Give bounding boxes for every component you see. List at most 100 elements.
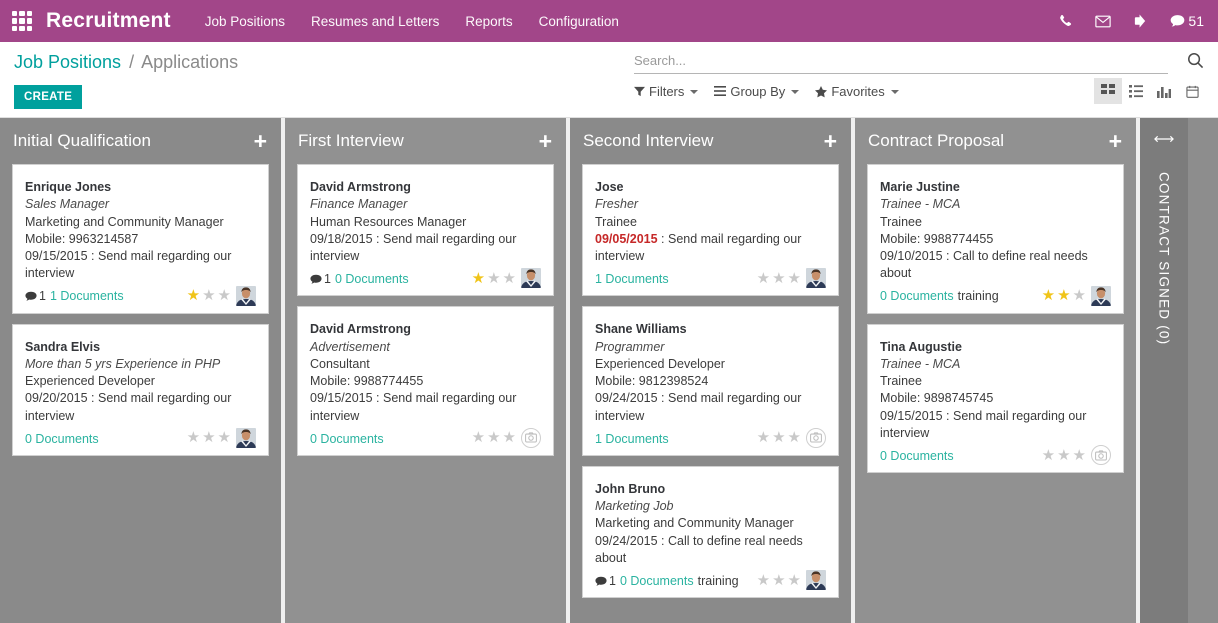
column-header: First Interview+ [285, 118, 566, 164]
kanban-view-icon[interactable] [1094, 78, 1122, 104]
message-count[interactable]: 1 [25, 288, 46, 305]
star-icon[interactable]: ★ [1057, 288, 1070, 303]
calendar-view-icon[interactable] [1178, 78, 1206, 104]
documents-link[interactable]: 1 Documents [595, 431, 669, 448]
filters-dropdown[interactable]: Filters [634, 84, 698, 99]
documents-link[interactable]: 0 Documents [620, 573, 694, 590]
control-bar: Job Positions / Applications CREATE Filt… [0, 42, 1218, 118]
applicant-mobile: Mobile: 9963214587 [25, 231, 256, 248]
star-icon[interactable]: ★ [772, 573, 785, 588]
rating-stars[interactable]: ★★★ [757, 268, 826, 288]
star-icon[interactable]: ★ [788, 271, 801, 286]
star-icon[interactable]: ★ [757, 430, 770, 445]
apps-grid-icon[interactable] [12, 11, 32, 31]
filter-bar: Filters Group By Favorites [634, 84, 899, 99]
documents-link[interactable]: 0 Documents [25, 431, 99, 448]
applicant-card[interactable]: John BrunoMarketing JobMarketing and Com… [582, 466, 839, 598]
nav-item-reports[interactable]: Reports [465, 14, 512, 29]
nav-item-job-positions[interactable]: Job Positions [205, 14, 285, 29]
applicant-name: David Armstrong [310, 179, 541, 196]
favorites-dropdown[interactable]: Favorites [815, 84, 898, 99]
applicant-card[interactable]: David ArmstrongAdvertisementConsultantMo… [297, 306, 554, 456]
avatar-placeholder-icon [806, 428, 826, 448]
column-title: Contract Proposal [868, 131, 1004, 151]
applicant-card[interactable]: Sandra ElvisMore than 5 yrs Experience i… [12, 324, 269, 456]
star-icon[interactable]: ★ [1042, 448, 1055, 463]
applicant-subtitle: Trainee - MCA [880, 356, 1111, 373]
card-footer: 11 Documents★★★ [25, 284, 256, 306]
star-icon[interactable]: ★ [187, 430, 200, 445]
applicant-card[interactable]: Marie JustineTrainee - MCATraineeMobile:… [867, 164, 1124, 314]
star-icon[interactable]: ★ [757, 271, 770, 286]
documents-link[interactable]: 0 Documents [310, 431, 384, 448]
star-icon[interactable]: ★ [218, 288, 231, 303]
star-icon[interactable]: ★ [788, 573, 801, 588]
star-icon[interactable]: ★ [187, 288, 200, 303]
star-icon[interactable]: ★ [472, 430, 485, 445]
graph-view-icon[interactable] [1150, 78, 1178, 104]
plus-icon[interactable]: + [539, 130, 552, 153]
documents-link[interactable]: 1 Documents [595, 271, 669, 288]
star-icon[interactable]: ★ [503, 430, 516, 445]
message-count[interactable]: 1 [310, 271, 331, 288]
plus-icon[interactable]: + [1109, 130, 1122, 153]
folded-column-contract-signed[interactable]: CONTRACT SIGNED (0) [1140, 118, 1188, 623]
star-icon[interactable]: ★ [1042, 288, 1055, 303]
rating-stars[interactable]: ★★★ [1042, 286, 1111, 306]
star-icon[interactable]: ★ [472, 271, 485, 286]
nav-item-configuration[interactable]: Configuration [539, 14, 619, 29]
star-icon[interactable]: ★ [487, 430, 500, 445]
header-actions: 51 [1059, 0, 1204, 42]
rating-stars[interactable]: ★★★ [187, 428, 256, 448]
star-icon[interactable]: ★ [1073, 288, 1086, 303]
breadcrumb-root[interactable]: Job Positions [14, 52, 121, 72]
nav-item-resumes-and-letters[interactable]: Resumes and Letters [311, 14, 439, 29]
star-icon[interactable]: ★ [202, 430, 215, 445]
plus-icon[interactable]: + [824, 130, 837, 153]
envelope-icon[interactable] [1095, 15, 1111, 28]
filters-label: Filters [649, 84, 684, 99]
applicant-card[interactable]: Shane WilliamsProgrammerExperienced Deve… [582, 306, 839, 456]
create-button[interactable]: CREATE [14, 85, 82, 109]
funnel-icon [634, 86, 645, 97]
rating-stars[interactable]: ★★★ [757, 570, 826, 590]
star-icon[interactable]: ★ [1073, 448, 1086, 463]
applicant-card[interactable]: Tina AugustieTrainee - MCATraineeMobile:… [867, 324, 1124, 474]
applicant-position: Marketing and Community Manager [25, 214, 256, 231]
applicant-card[interactable]: JoseFresherTrainee09/05/2015 : Send mail… [582, 164, 839, 296]
documents-link[interactable]: 0 Documents [335, 271, 409, 288]
search-input[interactable] [634, 50, 1168, 74]
documents-link[interactable]: 1 Documents [50, 288, 124, 305]
main-nav: Job Positions Resumes and Letters Report… [205, 14, 619, 29]
rating-stars[interactable]: ★★★ [187, 286, 256, 306]
list-view-icon[interactable] [1122, 78, 1150, 104]
message-count[interactable]: 1 [595, 573, 616, 590]
plus-icon[interactable]: + [254, 130, 267, 153]
sign-in-icon[interactable] [1133, 14, 1148, 28]
chat-bubble-icon[interactable]: 51 [1170, 13, 1204, 29]
documents-link[interactable]: 0 Documents [880, 448, 954, 465]
star-icon[interactable]: ★ [218, 430, 231, 445]
star-icon[interactable]: ★ [788, 430, 801, 445]
applicant-name: John Bruno [595, 481, 826, 498]
applicant-card[interactable]: David ArmstrongFinance ManagerHuman Reso… [297, 164, 554, 296]
applicant-mobile: Mobile: 9812398524 [595, 373, 826, 390]
star-icon[interactable]: ★ [503, 271, 516, 286]
star-icon[interactable]: ★ [1057, 448, 1070, 463]
applicant-card[interactable]: Enrique JonesSales ManagerMarketing and … [12, 164, 269, 314]
activity-trailing-text: training [958, 288, 999, 305]
star-icon[interactable]: ★ [757, 573, 770, 588]
rating-stars[interactable]: ★★★ [1042, 445, 1111, 465]
documents-link[interactable]: 0 Documents [880, 288, 954, 305]
star-icon[interactable]: ★ [772, 430, 785, 445]
rating-stars[interactable]: ★★★ [757, 428, 826, 448]
arrows-h-icon[interactable] [1154, 132, 1174, 150]
phone-icon[interactable] [1059, 14, 1073, 28]
rating-stars[interactable]: ★★★ [472, 428, 541, 448]
star-icon[interactable]: ★ [202, 288, 215, 303]
star-icon[interactable]: ★ [487, 271, 500, 286]
star-icon[interactable]: ★ [772, 271, 785, 286]
rating-stars[interactable]: ★★★ [472, 268, 541, 288]
group-by-dropdown[interactable]: Group By [714, 84, 799, 99]
search-icon[interactable] [1187, 52, 1204, 74]
